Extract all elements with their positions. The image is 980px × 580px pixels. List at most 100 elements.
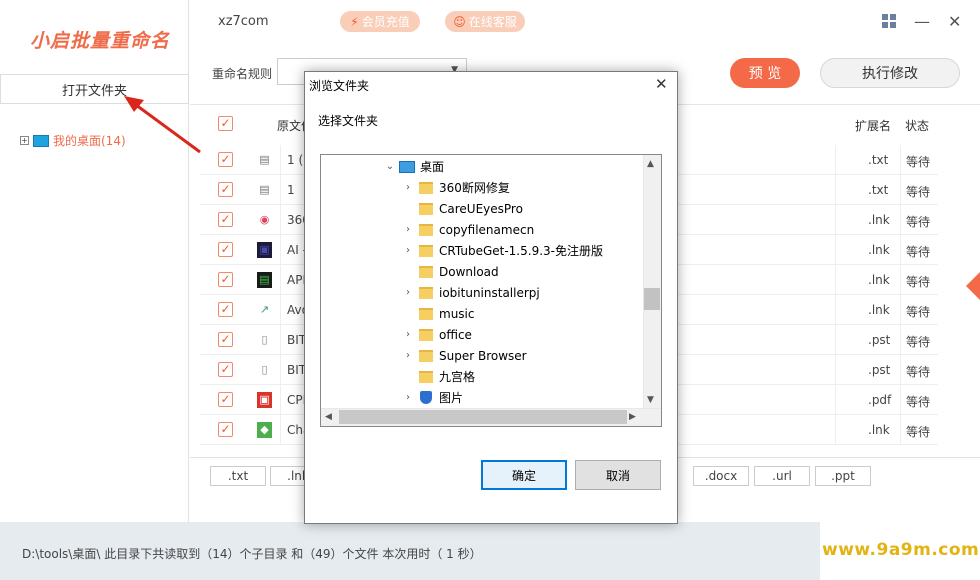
vip-recharge-button[interactable]: ⚡ 会员充值 bbox=[340, 11, 420, 32]
folder-tree-item[interactable]: › iobituninstallerpj bbox=[401, 282, 540, 303]
row-status: 等待 bbox=[906, 425, 931, 439]
row-checkbox[interactable]: ✓ bbox=[218, 242, 233, 257]
row-ext: .lnk bbox=[868, 243, 890, 257]
folder-tree-item[interactable]: music bbox=[401, 303, 474, 324]
tree-root-label: 桌面 bbox=[420, 160, 445, 174]
chevron-right-icon[interactable]: › bbox=[401, 224, 415, 235]
horizontal-scroll-thumb[interactable] bbox=[339, 410, 627, 424]
row-status: 等待 bbox=[906, 155, 931, 169]
row-checkbox[interactable]: ✓ bbox=[218, 332, 233, 347]
preview-button[interactable]: 预 览 bbox=[730, 58, 800, 88]
folder-icon bbox=[419, 307, 433, 320]
row-ext: .lnk bbox=[868, 213, 890, 227]
shield-icon bbox=[420, 391, 432, 404]
folder-label: Download bbox=[439, 264, 499, 279]
chevron-down-icon[interactable]: ⌄ bbox=[383, 161, 397, 172]
online-service-button[interactable]: ☺ 在线客服 bbox=[445, 11, 525, 32]
row-ext: .pst bbox=[868, 363, 891, 377]
row-status: 等待 bbox=[906, 245, 931, 259]
scroll-down-icon[interactable]: ▼ bbox=[647, 395, 654, 405]
text-file-icon: ▤ bbox=[257, 152, 272, 168]
folder-tree-item[interactable]: CareUEyesPro bbox=[401, 198, 523, 219]
folder-tree-item[interactable]: › CRTubeGet-1.5.9.3-免注册版 bbox=[401, 240, 603, 261]
folder-icon bbox=[419, 265, 433, 278]
rename-rule-label: 重命名规则 bbox=[212, 67, 273, 81]
folder-tree-item[interactable]: › 360断网修复 bbox=[401, 177, 510, 198]
row-status: 等待 bbox=[906, 275, 931, 289]
chevron-right-icon[interactable]: › bbox=[401, 245, 415, 256]
folder-label: 九宫格 bbox=[439, 370, 476, 384]
row-status: 等待 bbox=[906, 335, 931, 349]
row-ext: .lnk bbox=[868, 423, 890, 437]
minimize-icon[interactable]: — bbox=[914, 12, 930, 31]
window-controls: — ✕ bbox=[882, 12, 961, 31]
pdf-icon: ▣ bbox=[257, 392, 272, 408]
text-file-icon: ▤ bbox=[257, 182, 272, 198]
ext-filter-button[interactable]: .url bbox=[754, 466, 810, 486]
row-checkbox[interactable]: ✓ bbox=[218, 392, 233, 407]
folder-icon bbox=[419, 286, 433, 299]
expand-icon[interactable]: + bbox=[20, 136, 29, 145]
cancel-button[interactable]: 取消 bbox=[575, 460, 661, 490]
row-checkbox[interactable]: ✓ bbox=[218, 152, 233, 167]
folder-tree-item[interactable]: › 图片 bbox=[401, 387, 463, 408]
ext-filter-button[interactable]: .txt bbox=[210, 466, 266, 486]
row-status: 等待 bbox=[906, 365, 931, 379]
execute-button[interactable]: 执行修改 bbox=[820, 58, 960, 88]
folder-tree-item[interactable]: 九宫格 bbox=[401, 366, 475, 387]
row-checkbox[interactable]: ✓ bbox=[218, 422, 233, 437]
chevron-right-icon[interactable]: › bbox=[401, 287, 415, 298]
tree-root-desktop[interactable]: ⌄ 桌面 bbox=[383, 156, 444, 177]
chevron-right-icon[interactable]: › bbox=[401, 350, 415, 361]
scroll-right-icon[interactable]: ▶ bbox=[629, 412, 636, 422]
dialog-close-icon[interactable]: ✕ bbox=[655, 75, 668, 93]
chevron-right-icon[interactable]: › bbox=[401, 329, 415, 340]
row-status: 等待 bbox=[906, 395, 931, 409]
vip-label: 会员充值 bbox=[361, 15, 410, 29]
site-label: xz7com bbox=[218, 14, 269, 29]
select-all-checkbox[interactable]: ✓ bbox=[218, 116, 233, 131]
app-ai-icon: ▣ bbox=[257, 242, 272, 258]
side-tab-arrow[interactable] bbox=[966, 272, 980, 300]
vertical-scroll-thumb[interactable] bbox=[644, 288, 660, 310]
folder-tree-item[interactable]: › copyfilenamecn bbox=[401, 219, 534, 240]
ext-filter-button[interactable]: .ppt bbox=[815, 466, 871, 486]
app-360-icon: ◉ bbox=[257, 212, 272, 228]
folder-tree-item[interactable]: › Super Browser bbox=[401, 345, 527, 366]
row-ext: .txt bbox=[868, 183, 889, 197]
app-logo: 小启批量重命名 bbox=[30, 30, 171, 52]
row-checkbox[interactable]: ✓ bbox=[218, 302, 233, 317]
service-label: 在线客服 bbox=[468, 15, 517, 29]
folder-icon bbox=[419, 202, 433, 215]
row-ext: .pst bbox=[868, 333, 891, 347]
vertical-scrollbar[interactable] bbox=[643, 155, 661, 408]
row-status: 等待 bbox=[906, 305, 931, 319]
row-checkbox[interactable]: ✓ bbox=[218, 272, 233, 287]
folder-label: Super Browser bbox=[439, 348, 527, 363]
folder-label: office bbox=[439, 327, 472, 342]
column-header-status: 状态 bbox=[905, 119, 930, 133]
tree-item-desktop[interactable]: + 我的桌面(14) bbox=[20, 132, 126, 149]
chevron-right-icon[interactable]: › bbox=[401, 392, 415, 403]
folder-tree[interactable]: ⌄ 桌面 › 360断网修复 CareUEyesPro › copyfilenamecn… bbox=[320, 154, 662, 427]
row-status: 等待 bbox=[906, 215, 931, 229]
grid-icon[interactable] bbox=[882, 14, 896, 28]
folder-label: music bbox=[439, 306, 475, 321]
row-checkbox[interactable]: ✓ bbox=[218, 212, 233, 227]
ok-button[interactable]: 确定 bbox=[481, 460, 567, 490]
folder-label: CRTubeGet-1.5.9.3-免注册版 bbox=[439, 244, 603, 258]
scroll-left-icon[interactable]: ◀ bbox=[325, 412, 332, 422]
row-checkbox[interactable]: ✓ bbox=[218, 182, 233, 197]
folder-label: iobituninstallerpj bbox=[439, 285, 540, 300]
chevron-right-icon[interactable]: › bbox=[401, 182, 415, 193]
folder-tree-item[interactable]: › office bbox=[401, 324, 472, 345]
column-header-ext: 扩展名 bbox=[855, 119, 892, 133]
ext-filter-button[interactable]: .docx bbox=[693, 466, 749, 486]
folder-icon bbox=[419, 223, 433, 236]
watermark: www.9a9m.com bbox=[822, 540, 980, 560]
close-icon[interactable]: ✕ bbox=[948, 12, 961, 31]
folder-label: copyfilenamecn bbox=[439, 222, 535, 237]
folder-tree-item[interactable]: Download bbox=[401, 261, 499, 282]
scroll-up-icon[interactable]: ▲ bbox=[647, 159, 654, 169]
row-checkbox[interactable]: ✓ bbox=[218, 362, 233, 377]
